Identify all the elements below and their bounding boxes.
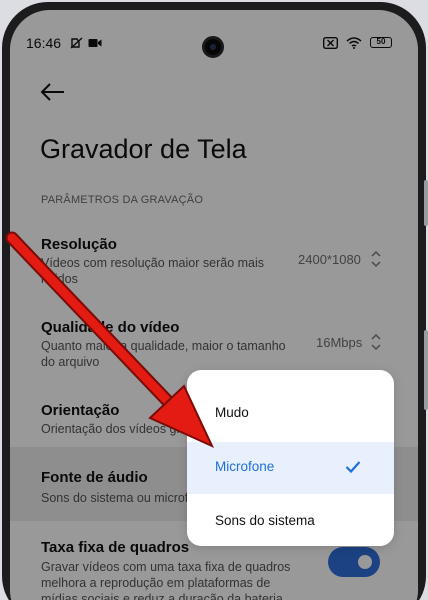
phone-frame: 16:46 50 Gravador de Tela PARÂMETROS DA … <box>0 0 428 600</box>
red-arrow-annotation <box>5 231 215 449</box>
